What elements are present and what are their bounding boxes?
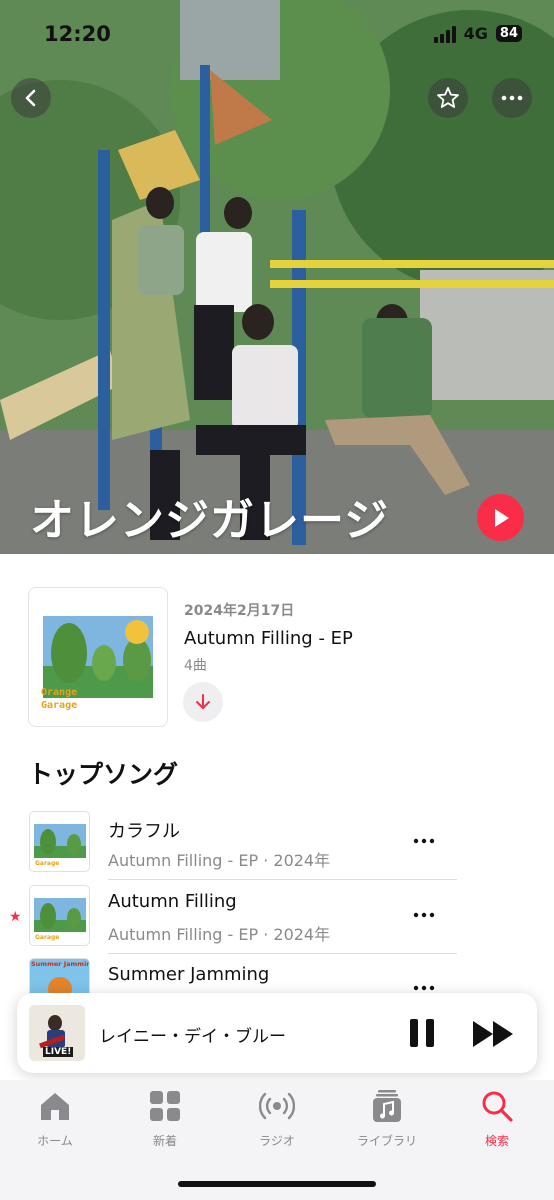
tab-radio[interactable]: ラジオ (222, 1088, 332, 1149)
back-button[interactable] (11, 78, 51, 118)
now-playing-art-label: LIVE! (43, 1047, 74, 1057)
ellipsis-icon (413, 838, 435, 844)
tab-new[interactable]: 新着 (110, 1088, 220, 1149)
ellipsis-icon (413, 912, 435, 918)
song-title: カラフル (108, 821, 180, 842)
artist-hero: 12:20 4G 84 オレンジガレージ (0, 0, 554, 554)
song-artwork: Garage (29, 885, 90, 946)
download-button[interactable] (183, 682, 223, 722)
chevron-left-icon (25, 89, 36, 107)
artist-name: オレンジガレージ (30, 495, 390, 546)
home-indicator (178, 1181, 376, 1187)
latest-release-info[interactable]: 2024年2月17日 Autumn Filling - EP 4曲 (184, 600, 353, 675)
song-more-button[interactable] (410, 829, 438, 853)
tab-label: ホーム (37, 1134, 73, 1148)
tab-label: ラジオ (259, 1134, 295, 1148)
divider (108, 953, 457, 954)
song-subtitle: Autumn Filling - EP · 2024年 (108, 925, 331, 944)
grid-icon (150, 1091, 180, 1121)
more-options-button[interactable] (492, 78, 532, 118)
pause-button[interactable] (407, 1017, 437, 1049)
battery-icon: 84 (495, 25, 522, 42)
music-library-icon (373, 1090, 401, 1122)
song-art-label: Garage (35, 860, 60, 867)
arrow-down-icon (196, 694, 210, 709)
song-title: Summer Jamming (108, 964, 270, 985)
pause-icon (410, 1019, 434, 1047)
status-time: 12:20 (44, 22, 111, 46)
release-date: 2024年2月17日 (184, 603, 295, 619)
release-track-count: 4曲 (184, 658, 207, 674)
fast-forward-icon (473, 1021, 513, 1047)
tab-home[interactable]: ホーム (0, 1088, 110, 1149)
song-more-button[interactable] (410, 903, 438, 927)
release-art-label: Orange Garage (41, 687, 78, 711)
favorite-button[interactable] (428, 78, 468, 118)
tab-label: 検索 (484, 1134, 509, 1148)
tab-search[interactable]: 検索 (442, 1088, 552, 1149)
now-playing-artwork: LIVE! (29, 1005, 85, 1061)
now-playing-title: レイニー・デイ・ブルー (99, 1027, 286, 1047)
latest-release-artwork[interactable]: Orange Garage (28, 587, 168, 727)
signal-icon (433, 25, 456, 43)
song-art-label: Summer Jamming (31, 960, 90, 968)
tab-label: 新着 (152, 1134, 177, 1148)
song-row[interactable]: Garage カラフル Autumn Filling - EP · 2024年 (0, 811, 554, 883)
tab-label: ライブラリ (356, 1134, 417, 1148)
ellipsis-icon (501, 95, 523, 101)
song-art-label: Garage (35, 934, 60, 941)
release-title: Autumn Filling - EP (184, 628, 353, 649)
song-artwork: Garage (29, 811, 90, 872)
network-type: 4G (463, 24, 488, 43)
search-icon (482, 1091, 513, 1122)
song-row[interactable]: ★ Garage Autumn Filling Autumn Filling -… (0, 885, 554, 957)
artist-photo (0, 0, 554, 554)
status-bar: 12:20 4G 84 (0, 0, 554, 70)
play-button[interactable] (477, 494, 524, 541)
home-icon (41, 1093, 69, 1120)
star-icon (437, 87, 459, 108)
favorite-star-icon: ★ (9, 909, 22, 925)
top-songs-heading[interactable]: トップソング (28, 755, 178, 791)
song-title: Autumn Filling (108, 891, 237, 912)
ellipsis-icon (413, 985, 435, 991)
mini-player[interactable]: LIVE! レイニー・デイ・ブルー (17, 993, 537, 1073)
radio-icon (259, 1092, 295, 1120)
song-subtitle: Autumn Filling - EP · 2024年 (108, 851, 331, 870)
tab-library[interactable]: ライブラリ (332, 1088, 442, 1149)
fast-forward-button[interactable] (471, 1019, 515, 1049)
play-icon (494, 508, 509, 527)
divider (108, 879, 457, 880)
